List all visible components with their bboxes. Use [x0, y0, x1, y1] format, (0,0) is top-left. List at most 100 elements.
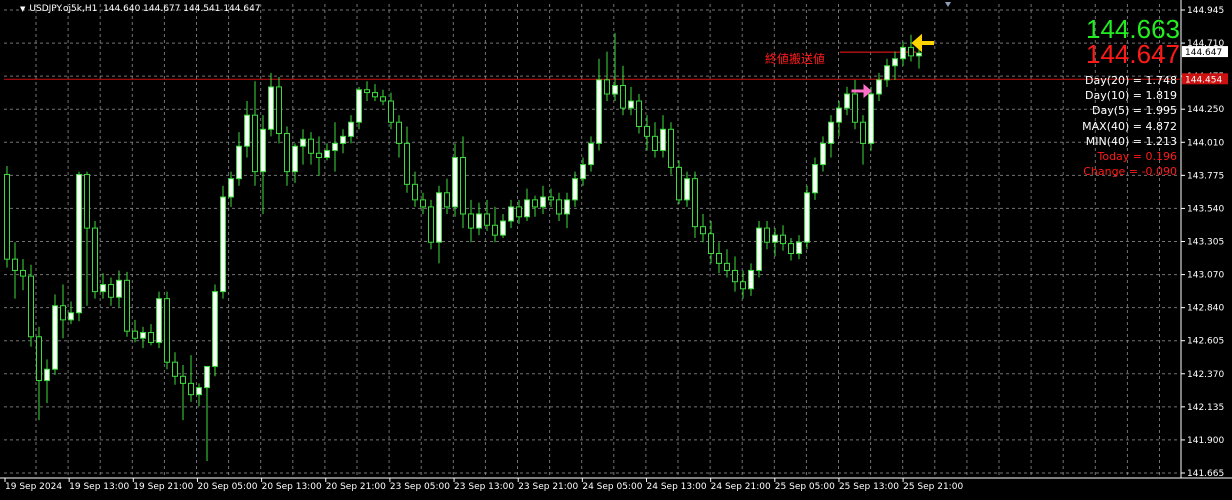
- candle-body: [700, 226, 706, 235]
- candle-body: [236, 145, 242, 180]
- candle-body: [916, 52, 922, 57]
- candle-body: [292, 145, 298, 173]
- candle-body: [636, 100, 642, 127]
- candle-body: [212, 291, 218, 367]
- candle-body: [52, 305, 58, 370]
- price-axis[interactable]: 144.945144.710144.475144.250144.010143.7…: [1180, 0, 1224, 479]
- candle-body: [772, 234, 778, 243]
- candle-body: [196, 387, 202, 396]
- candle-body: [420, 199, 426, 208]
- candle-body: [828, 121, 834, 144]
- candle-body: [44, 368, 50, 382]
- candle-body: [892, 58, 898, 67]
- candle-body: [780, 234, 786, 245]
- candle-body: [68, 312, 74, 321]
- candle-body: [228, 178, 234, 198]
- candle-body: [284, 133, 290, 173]
- candle-body: [76, 173, 82, 314]
- ask-price-tag-text: 144.647: [1185, 48, 1222, 58]
- candle-body: [660, 128, 666, 151]
- candle-body: [244, 114, 250, 147]
- red-level-tag: 144.454: [1182, 73, 1228, 85]
- candle-body: [668, 128, 674, 168]
- candle-body: [388, 100, 394, 123]
- ohlc-values: 144.640 144.677 144.541 144.647: [103, 4, 261, 14]
- y-tick-label: 143.775: [1187, 171, 1224, 181]
- candlestick-chart[interactable]: 144.945144.710144.475144.250144.010143.7…: [0, 0, 1232, 500]
- stats-panel: Day(20) = 1.748 Day(10) = 1.819 Day(5) =…: [1082, 73, 1177, 179]
- candle-body: [100, 284, 106, 293]
- y-tick-label: 142.135: [1187, 403, 1224, 413]
- stat-day5: Day(5) = 1.995: [1091, 104, 1177, 118]
- candle-body: [836, 107, 842, 123]
- candle-body: [852, 93, 858, 123]
- candle-body: [20, 269, 26, 277]
- candle-body: [204, 365, 210, 389]
- candle-body: [844, 93, 850, 109]
- candle-body: [156, 298, 162, 343]
- candle-body: [508, 206, 514, 222]
- stat-day10: Day(10) = 1.819: [1084, 89, 1177, 103]
- candle-body: [612, 85, 618, 95]
- candle-body: [572, 178, 578, 201]
- candle-body: [404, 142, 410, 185]
- candle-body: [540, 196, 546, 208]
- y-tick-label: 143.070: [1187, 271, 1224, 281]
- candle-body: [748, 269, 754, 290]
- candle-body: [324, 149, 330, 159]
- candle-body: [484, 213, 490, 226]
- candle-body: [132, 330, 138, 339]
- stat-change: Change = -0.090: [1083, 165, 1177, 179]
- x-tick-label: 20 Sep 13:00: [262, 482, 322, 492]
- triangle-down-icon[interactable]: ▼: [20, 5, 25, 13]
- candle-body: [260, 128, 266, 173]
- candle-body: [500, 220, 506, 236]
- candle-body: [372, 92, 378, 98]
- candle-body: [412, 183, 418, 201]
- candle-body: [356, 89, 362, 123]
- chart-background: [0, 0, 1232, 500]
- candle-body: [476, 213, 482, 229]
- candle-body: [684, 178, 690, 201]
- y-tick-label: 144.010: [1187, 138, 1224, 148]
- candle-body: [796, 241, 802, 254]
- candle-body: [12, 258, 18, 271]
- x-tick-label: 19 Sep 21:00: [133, 482, 193, 492]
- candle-body: [124, 279, 130, 332]
- candle-body: [332, 142, 338, 151]
- candle-body: [452, 157, 458, 208]
- x-tick-label: 25 Sep 05:00: [775, 482, 835, 492]
- y-tick-label: 144.250: [1187, 105, 1224, 115]
- candle-body: [860, 121, 866, 144]
- candle-body: [172, 361, 178, 377]
- candle-body: [4, 173, 10, 260]
- candle-body: [764, 227, 770, 243]
- candle-body: [116, 279, 122, 298]
- candle-body: [108, 284, 114, 298]
- candle-body: [28, 275, 34, 338]
- candle-body: [596, 79, 602, 144]
- x-tick-label: 20 Sep 21:00: [326, 482, 386, 492]
- candle-body: [380, 96, 386, 102]
- candle-body: [884, 65, 890, 81]
- candle-body: [436, 192, 442, 243]
- candle-body: [604, 79, 610, 95]
- candle-body: [188, 382, 194, 396]
- y-tick-label: 142.370: [1187, 370, 1224, 380]
- candle-body: [676, 166, 682, 201]
- stat-min40: MIN(40) = 1.213: [1085, 134, 1177, 148]
- candle-body: [900, 46, 906, 60]
- candle-body: [348, 121, 354, 137]
- candle-body: [180, 375, 186, 384]
- x-tick-label: 24 Sep 21:00: [711, 482, 771, 492]
- x-tick-label: 25 Sep 13:00: [839, 482, 899, 492]
- candle-body: [60, 305, 66, 321]
- x-tick-label: 23 Sep 21:00: [518, 482, 578, 492]
- candle-body: [724, 262, 730, 271]
- candle-body: [812, 164, 818, 194]
- candle-body: [300, 138, 306, 147]
- candle-body: [868, 93, 874, 144]
- y-tick-label: 144.945: [1187, 6, 1224, 16]
- x-tick-label: 19 Sep 2024: [5, 482, 62, 492]
- candle-body: [524, 199, 530, 218]
